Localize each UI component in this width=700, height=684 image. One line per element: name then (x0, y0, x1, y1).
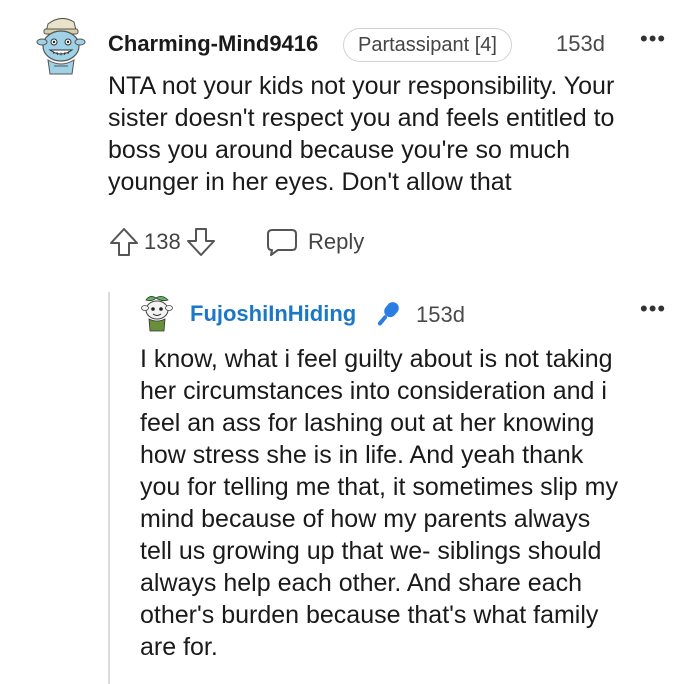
more-options-button[interactable]: ••• (640, 296, 666, 322)
comment-body-line: how stress she is in life. And yeah than… (140, 441, 584, 469)
comment-body-line: mind because of how my parents always (140, 505, 591, 533)
comment-body-line: I know, what i feel guilty about is not … (140, 345, 613, 373)
comment-body-line: other's burden because that's what famil… (140, 601, 599, 629)
reply-comment: FujoshiInHiding 153d ••• I know, what i … (0, 0, 700, 684)
comment-body-line: always help each other. And share each (140, 569, 582, 597)
microphone-icon (370, 298, 404, 332)
comment-body-line: tell us growing up that we- siblings sho… (140, 537, 602, 565)
comment-body: I know, what i feel guilty about is not … (140, 343, 680, 663)
comment-body-line: are for. (140, 633, 218, 661)
comment-timestamp: 153d (416, 302, 465, 327)
comment-body-line: her circumstances into consideration and… (140, 377, 607, 405)
user-avatar[interactable] (140, 294, 174, 334)
comment-username[interactable]: FujoshiInHiding (190, 301, 356, 327)
comment-body-line: you for telling me that, it sometimes sl… (140, 473, 618, 501)
comment-body-line: feel an ass for lashing out at her knowi… (140, 409, 595, 437)
snoo-avatar-icon (141, 296, 173, 332)
